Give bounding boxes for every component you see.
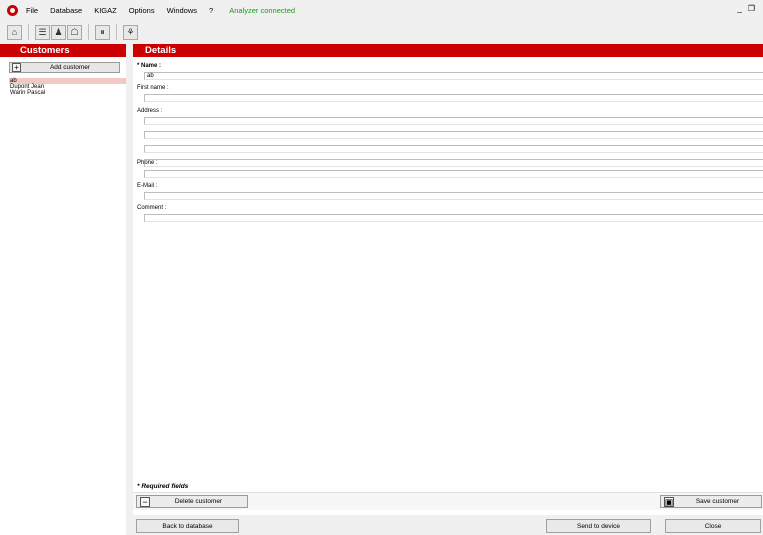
tools-icon[interactable]: ⚘	[123, 24, 138, 40]
name-field[interactable]: ab	[144, 72, 763, 80]
delete-customer-button[interactable]: − Delete customer	[136, 495, 248, 508]
toolbar-separator	[28, 24, 29, 40]
send-to-device-button[interactable]: Send to device	[546, 519, 651, 533]
customer-list: ab Dupont Jean Warin Pascal	[9, 78, 126, 96]
connection-status: Analyzer connected	[229, 5, 296, 15]
email-field[interactable]	[144, 192, 763, 200]
toolbar-separator	[88, 24, 89, 40]
list-item[interactable]: Warin Pascal	[9, 90, 126, 96]
menu-file[interactable]: File	[26, 6, 38, 15]
first-name-label: First name :	[137, 85, 169, 91]
menu-help[interactable]: ?	[209, 6, 213, 15]
save-customer-label: Save customer	[695, 498, 740, 505]
menu-database[interactable]: Database	[50, 6, 82, 15]
details-action-bar: − Delete customer ▣ Save customer	[133, 492, 763, 510]
save-icon: ▣	[664, 496, 674, 507]
comment-field[interactable]	[144, 214, 763, 222]
plus-icon: +	[12, 63, 21, 72]
menu-kigaz[interactable]: KIGAZ	[94, 6, 117, 15]
address-field-line3[interactable]	[144, 145, 763, 153]
name-label: * Name :	[137, 63, 161, 69]
details-panel: Details * Name : ab First name : Address…	[133, 44, 763, 535]
home-icon[interactable]: ⌂	[7, 24, 22, 40]
required-marker: *	[137, 63, 140, 69]
required-fields-note: * Required fields	[137, 483, 188, 490]
panel-splitter[interactable]	[126, 44, 133, 535]
restore-button[interactable]: ❐	[748, 4, 755, 13]
required-marker: *	[137, 483, 140, 490]
address-field-line1[interactable]	[144, 117, 763, 125]
menu-bar: File Database KIGAZ Options Windows ? An…	[0, 0, 763, 20]
minus-icon: −	[140, 496, 150, 507]
window-controls: _ ❐	[737, 4, 755, 13]
phone-label: Phone :	[137, 160, 158, 166]
footer-bar: Back to database Send to device Close	[126, 515, 763, 535]
app-logo-icon	[7, 4, 18, 16]
customers-panel: Customers + Add customer ab Dupont Jean …	[0, 44, 126, 535]
menu-windows[interactable]: Windows	[167, 6, 197, 15]
customer-icon[interactable]: ♟	[51, 24, 66, 40]
toolbar: ⌂ ☰ ♟ ☖ ⏸ ⚘	[0, 20, 763, 44]
analyzer-icon[interactable]: ⏸	[95, 24, 110, 40]
toolbar-separator	[116, 24, 117, 40]
close-button[interactable]: Close	[665, 519, 761, 533]
save-customer-button[interactable]: ▣ Save customer	[660, 495, 762, 508]
name-label-text: Name :	[141, 63, 162, 69]
required-fields-text: Required fields	[141, 483, 189, 490]
customers-header: Customers	[0, 44, 126, 57]
toolbar-group-database: ☰ ♟ ☖	[35, 24, 82, 40]
minimize-button[interactable]: _	[737, 4, 741, 13]
comment-label: Comment :	[137, 205, 167, 211]
add-customer-button[interactable]: + Add customer	[9, 62, 120, 73]
back-to-database-button[interactable]: Back to database	[136, 519, 239, 533]
address-label: Address :	[137, 108, 163, 114]
menu-options[interactable]: Options	[129, 6, 155, 15]
site-icon[interactable]: ☖	[67, 24, 82, 40]
address-field-line4[interactable]	[144, 159, 763, 167]
add-customer-label: Add customer	[49, 64, 91, 71]
phone-field[interactable]	[144, 170, 763, 178]
database-icon[interactable]: ☰	[35, 24, 50, 40]
details-header: Details	[133, 44, 763, 57]
email-label: E-Mail :	[137, 183, 158, 189]
delete-customer-label: Delete customer	[174, 498, 223, 505]
first-name-field[interactable]	[144, 94, 763, 102]
address-field-line2[interactable]	[144, 131, 763, 139]
